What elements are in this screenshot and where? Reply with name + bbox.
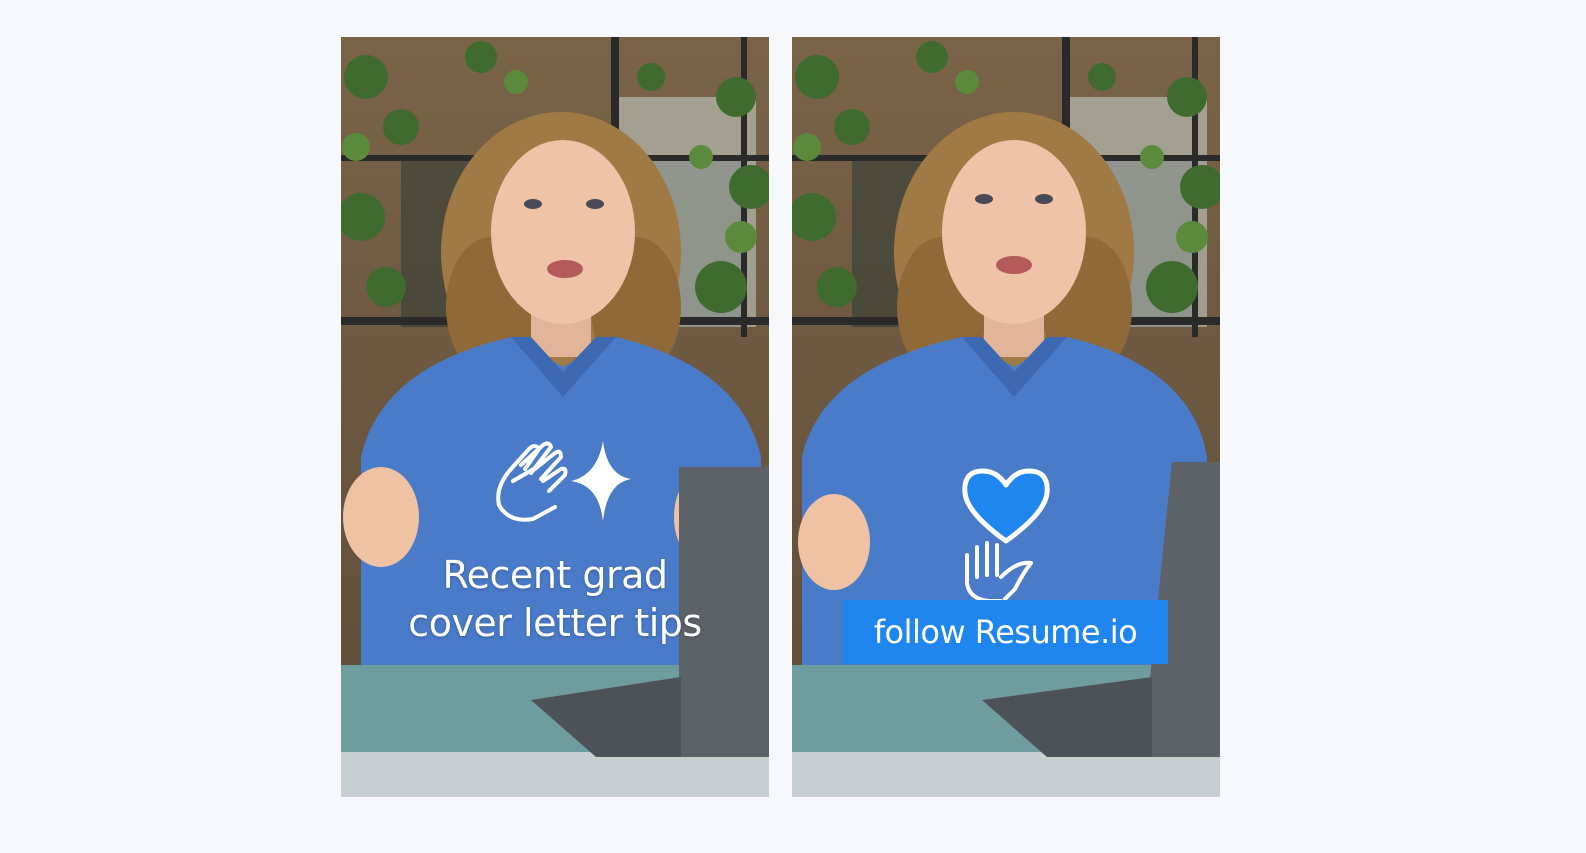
video-frame-right[interactable]: follow Resume.io [792,37,1220,797]
presenter-scene-image [341,37,769,797]
follow-cta-banner[interactable]: follow Resume.io [843,600,1168,664]
presenter-scene-image [792,37,1220,797]
clapping-hands-sparkle-icon [496,441,631,522]
video-frame-left[interactable]: Recent grad cover letter tips [341,37,769,797]
caption-line: Recent grad [442,553,668,597]
heart-in-hand-icon [962,468,1050,603]
caption-line: cover letter tips [408,601,702,645]
video-caption: Recent grad cover letter tips [341,551,769,647]
